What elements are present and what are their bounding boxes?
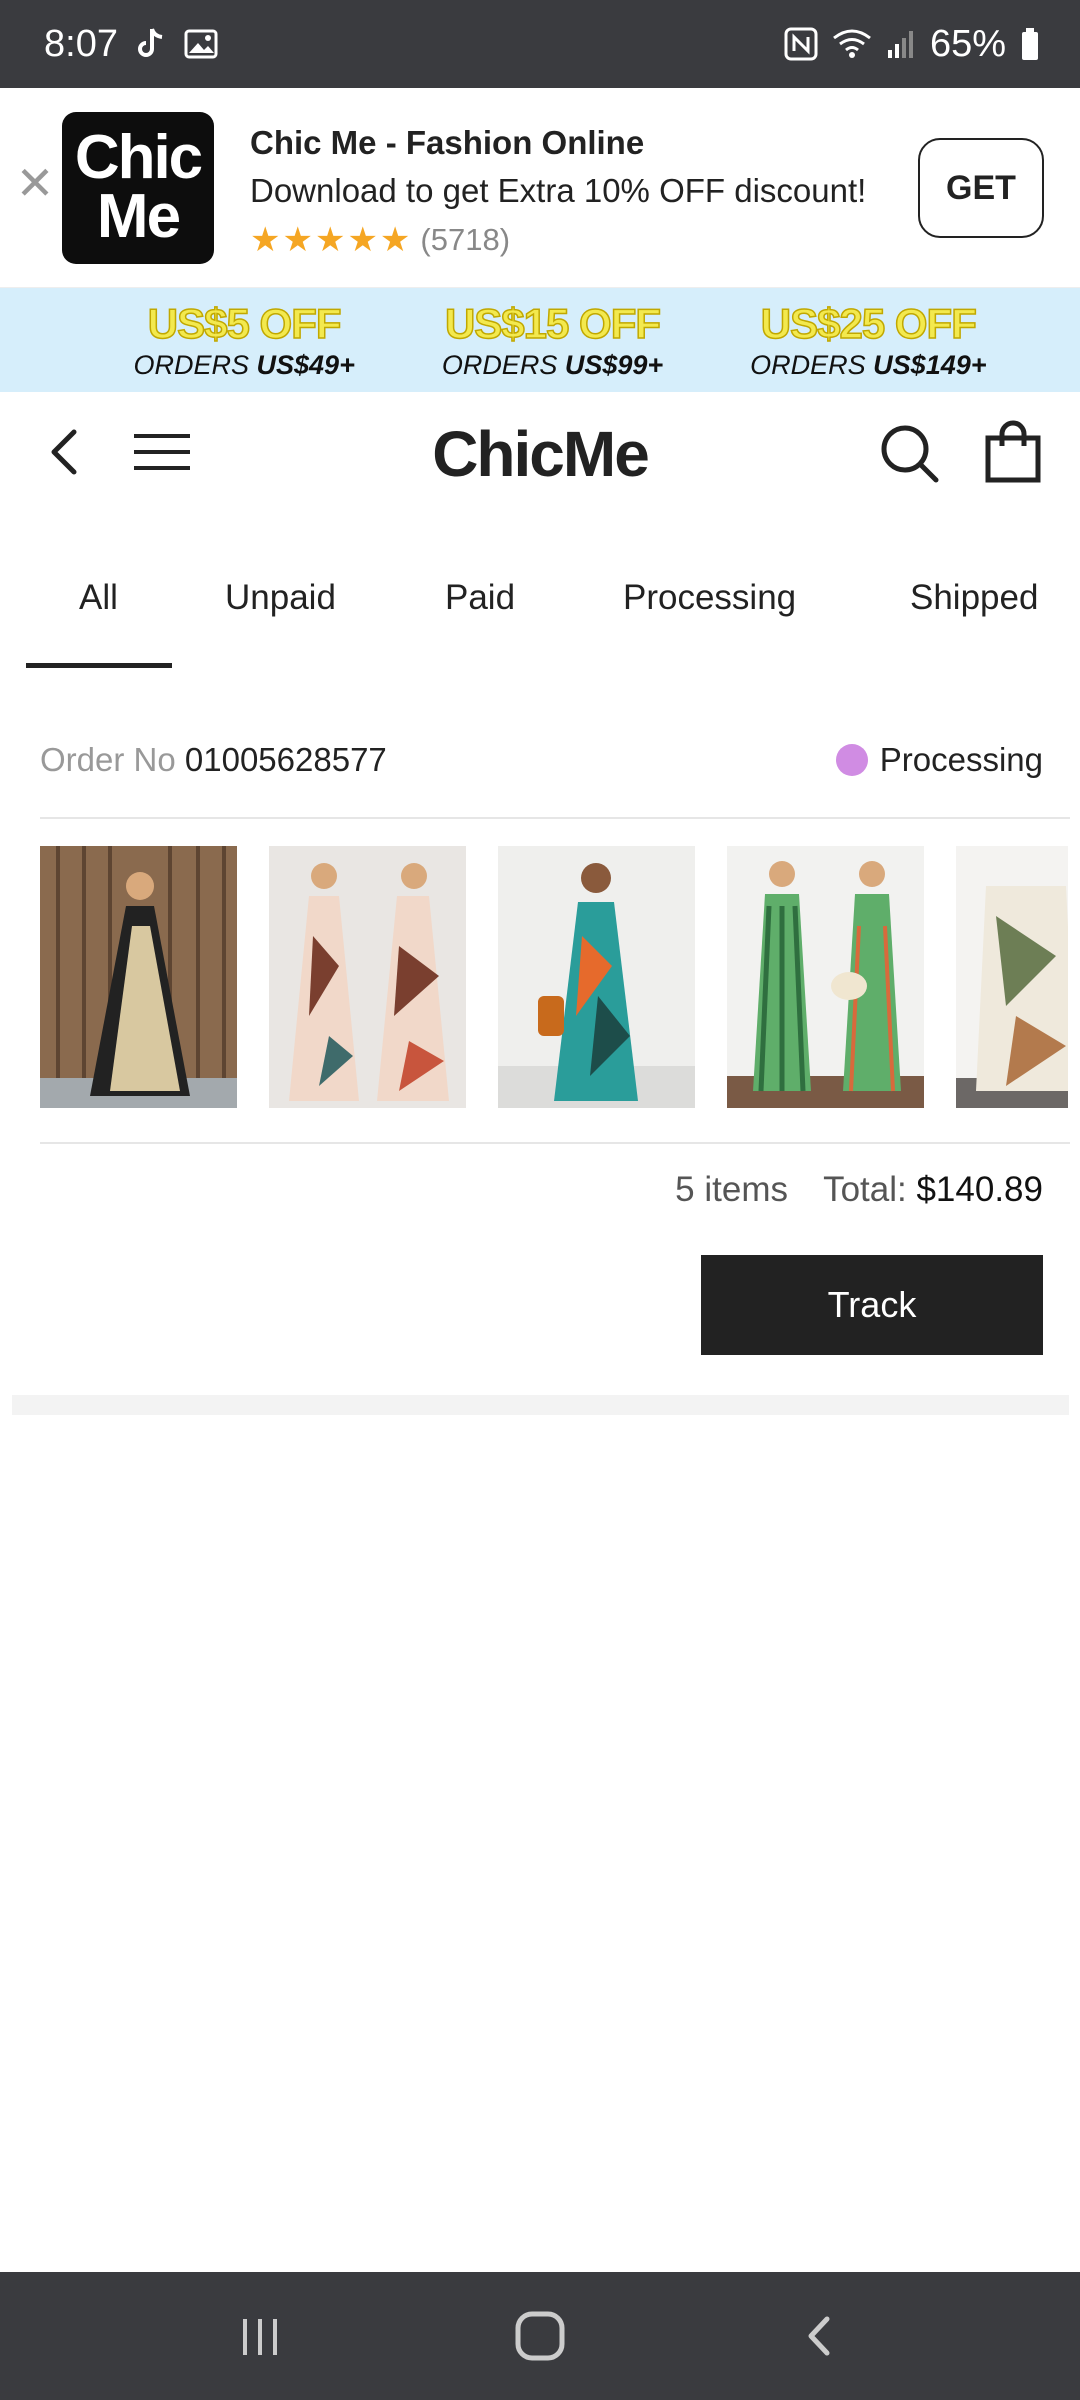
- gallery-icon: [184, 28, 218, 60]
- product-thumbnail[interactable]: [269, 846, 466, 1108]
- section-separator: [12, 1395, 1069, 1415]
- divider: [40, 817, 1070, 819]
- home-icon[interactable]: [500, 2296, 580, 2376]
- discount-offer: US$15 OFF ORDERS US$99+: [441, 299, 664, 380]
- rating-count: (5718): [420, 222, 511, 257]
- promo-rating: ★★★★★ (5718): [250, 220, 866, 260]
- shopping-bag-icon[interactable]: [982, 418, 1044, 484]
- status-bar: 8:07 65%: [0, 0, 1080, 88]
- tab-shipped[interactable]: Shipped: [910, 578, 1038, 618]
- order-number: Order No 01005628577: [40, 741, 387, 778]
- order-status-tabs: All Unpaid Paid Processing Shipped: [0, 540, 1080, 670]
- app-logo: Chic Me: [62, 112, 214, 264]
- star-rating-icon: ★★★★★: [250, 221, 413, 259]
- order-status: Processing: [835, 741, 1043, 779]
- battery-percent: 65%: [929, 22, 1006, 65]
- tab-processing[interactable]: Processing: [623, 578, 796, 618]
- promo-title: Chic Me - Fashion Online: [250, 124, 645, 161]
- discount-offer: US$5 OFF ORDERS US$49+: [133, 299, 355, 380]
- close-icon[interactable]: ✕: [10, 157, 60, 209]
- discount-banner[interactable]: US$5 OFF ORDERS US$49+ US$15 OFF ORDERS …: [0, 288, 1080, 392]
- total-value: $140.89: [916, 1170, 1043, 1209]
- site-header: ChicMe: [0, 392, 1080, 512]
- tab-unpaid[interactable]: Unpaid: [225, 578, 336, 618]
- recent-apps-icon[interactable]: [220, 2296, 300, 2376]
- wifi-icon: [832, 28, 872, 60]
- order-total: 5 items Total: $140.89: [600, 1170, 1043, 1210]
- hamburger-menu-icon[interactable]: [132, 422, 194, 482]
- nfc-icon: [784, 27, 818, 61]
- product-thumbnail[interactable]: [727, 846, 924, 1108]
- tab-paid[interactable]: Paid: [445, 578, 515, 618]
- track-button[interactable]: Track: [701, 1255, 1043, 1355]
- promo-text: Chic Me - Fashion Online Download to get…: [250, 124, 866, 260]
- app-promo-banner: ✕ Chic Me Chic Me - Fashion Online Downl…: [0, 88, 1080, 288]
- signal-icon: [886, 28, 916, 60]
- discount-amount: US$15 OFF: [444, 299, 662, 348]
- tab-all[interactable]: All: [79, 578, 118, 618]
- product-thumbnail[interactable]: [956, 846, 1068, 1108]
- tiktok-icon: [136, 27, 166, 61]
- discount-offer: US$25 OFF ORDERS US$149+: [750, 299, 987, 380]
- system-nav-bar: [0, 2272, 1080, 2400]
- status-label: Processing: [879, 741, 1043, 778]
- get-app-button[interactable]: GET: [918, 138, 1044, 238]
- site-logo[interactable]: ChicMe: [420, 414, 660, 494]
- back-arrow-icon[interactable]: [40, 422, 90, 482]
- battery-icon: [1020, 27, 1040, 61]
- back-icon[interactable]: [780, 2296, 860, 2376]
- order-item-thumbnails[interactable]: [40, 846, 1068, 1108]
- status-time: 8:07: [44, 22, 118, 65]
- divider: [40, 1142, 1070, 1144]
- discount-amount: US$5 OFF: [147, 299, 342, 348]
- items-count: 5 items: [675, 1170, 788, 1209]
- discount-amount: US$25 OFF: [760, 299, 978, 348]
- status-dot-icon: [835, 744, 868, 776]
- promo-subtitle: Download to get Extra 10% OFF discount!: [250, 172, 867, 209]
- active-tab-indicator: [26, 663, 172, 668]
- order-header: Order No 01005628577 Processing: [40, 730, 1043, 790]
- product-thumbnail[interactable]: [498, 846, 695, 1108]
- product-thumbnail[interactable]: [40, 846, 237, 1108]
- total-label: Total:: [823, 1170, 907, 1209]
- search-icon[interactable]: [878, 422, 940, 484]
